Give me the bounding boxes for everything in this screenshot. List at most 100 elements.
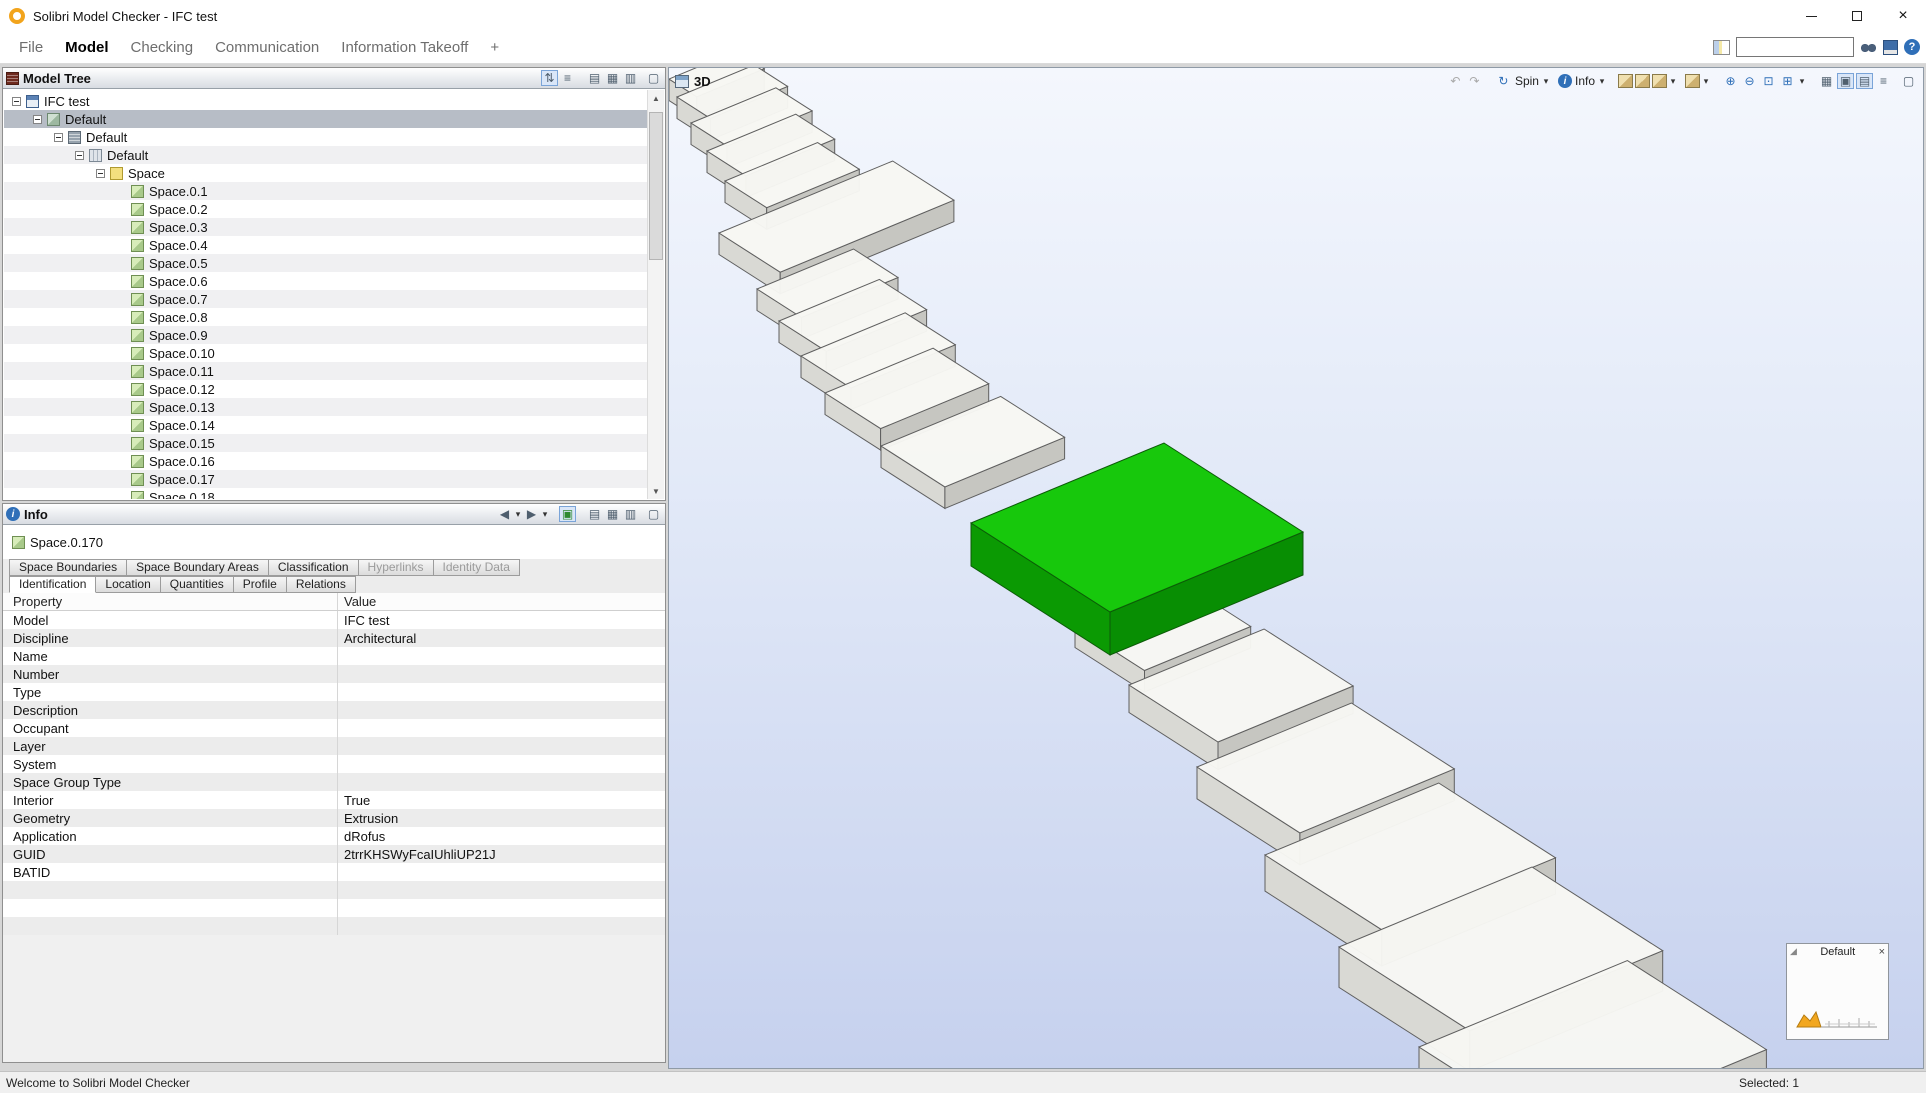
property-row-guid[interactable]: GUID2trrKHSWyFcaIUhliUP21J bbox=[3, 845, 665, 863]
tree-item-space-0-18[interactable]: Space.0.18 bbox=[4, 488, 647, 499]
tree-item-space[interactable]: Space bbox=[4, 164, 647, 182]
layers-icon[interactable]: ≡ bbox=[1875, 73, 1892, 89]
tab-location[interactable]: Location bbox=[95, 576, 160, 593]
section-box-icon[interactable] bbox=[1635, 74, 1650, 88]
tree-item-space-0-14[interactable]: Space.0.14 bbox=[4, 416, 647, 434]
panel-maximize-icon[interactable]: ▢ bbox=[1900, 73, 1917, 89]
property-row-batid[interactable]: BATID bbox=[3, 863, 665, 881]
history-forward-caret-icon[interactable]: ▾ bbox=[541, 509, 549, 520]
section-plane-icon[interactable] bbox=[1618, 74, 1633, 88]
scroll-down-icon[interactable]: ▼ bbox=[648, 483, 664, 499]
tree-item-space-0-12[interactable]: Space.0.12 bbox=[4, 380, 647, 398]
expand-toggle-icon[interactable] bbox=[12, 97, 21, 106]
auto-update-toggle-icon[interactable]: ▣ bbox=[559, 506, 576, 522]
tree-item-space-0-6[interactable]: Space.0.6 bbox=[4, 272, 647, 290]
tab-identity-data[interactable]: Identity Data bbox=[433, 559, 520, 576]
info-mode-icon[interactable]: i bbox=[1558, 74, 1572, 88]
menu-communication[interactable]: Communication bbox=[204, 32, 330, 63]
info-view-2-icon[interactable]: ▦ bbox=[604, 506, 621, 522]
panel-maximize-icon[interactable]: ▢ bbox=[645, 70, 662, 86]
tree-item-space-0-2[interactable]: Space.0.2 bbox=[4, 200, 647, 218]
tab-quantities[interactable]: Quantities bbox=[160, 576, 234, 593]
history-back-caret-icon[interactable]: ▾ bbox=[514, 509, 522, 520]
history-forward-icon[interactable]: ▶ bbox=[523, 506, 540, 522]
tree-item-space-0-8[interactable]: Space.0.8 bbox=[4, 308, 647, 326]
resize-grip-icon[interactable]: ◢ bbox=[1790, 946, 1797, 957]
expand-all-icon[interactable]: ▤ bbox=[586, 70, 603, 86]
tree-item-space-0-13[interactable]: Space.0.13 bbox=[4, 398, 647, 416]
maximize-button[interactable] bbox=[1834, 0, 1880, 32]
tab-space-boundary-areas[interactable]: Space Boundary Areas bbox=[126, 559, 269, 576]
tree-item-space-0-3[interactable]: Space.0.3 bbox=[4, 218, 647, 236]
tree-item-default[interactable]: Default bbox=[4, 146, 647, 164]
tree-item-default[interactable]: Default bbox=[4, 110, 647, 128]
section-tools-caret-icon[interactable]: ▾ bbox=[1669, 76, 1677, 87]
expand-toggle-icon[interactable] bbox=[96, 169, 105, 178]
property-row-model[interactable]: ModelIFC test bbox=[3, 611, 665, 629]
tree-item-ifc-test[interactable]: IFC test bbox=[4, 92, 647, 110]
menu-item[interactable]: + bbox=[479, 32, 510, 63]
zoom-window-icon[interactable]: ⊞ bbox=[1779, 73, 1796, 89]
3d-viewport[interactable]: 3D ↶ ↷ ↻ Spin ▾ i Info ▾ ▾ ▾ bbox=[668, 67, 1924, 1069]
dual-view-icon[interactable]: ▦ bbox=[1818, 73, 1835, 89]
info-view-1-icon[interactable]: ▤ bbox=[586, 506, 603, 522]
menu-information-takeoff[interactable]: Information Takeoff bbox=[330, 32, 479, 63]
expand-toggle-icon[interactable] bbox=[33, 115, 42, 124]
tree-item-space-0-16[interactable]: Space.0.16 bbox=[4, 452, 647, 470]
property-row-system[interactable]: System bbox=[3, 755, 665, 773]
property-row-name[interactable]: Name bbox=[3, 647, 665, 665]
tab-space-boundaries[interactable]: Space Boundaries bbox=[9, 559, 127, 576]
split-layout-icon[interactable]: ▣ bbox=[1837, 73, 1854, 89]
save-icon[interactable] bbox=[1883, 40, 1898, 55]
property-row-description[interactable]: Description bbox=[3, 701, 665, 719]
redo-icon[interactable]: ↷ bbox=[1466, 73, 1483, 89]
default-presentation-panel[interactable]: ◢ Default × bbox=[1786, 943, 1889, 1040]
tab-identification[interactable]: Identification bbox=[9, 576, 96, 593]
flat-list-icon[interactable]: ≡ bbox=[559, 70, 576, 86]
info-mode-caret-icon[interactable]: ▾ bbox=[1598, 76, 1606, 87]
close-button[interactable]: × bbox=[1880, 0, 1926, 32]
property-row-type[interactable]: Type bbox=[3, 683, 665, 701]
menu-model[interactable]: Model bbox=[54, 32, 119, 63]
tree-item-space-0-17[interactable]: Space.0.17 bbox=[4, 470, 647, 488]
mini-panel-close-icon[interactable]: × bbox=[1879, 946, 1885, 958]
workspace-layout-icon[interactable] bbox=[1713, 40, 1730, 55]
zoom-in-icon[interactable]: ⊕ bbox=[1722, 73, 1739, 89]
transparency-icon[interactable] bbox=[1685, 74, 1700, 88]
find-icon[interactable] bbox=[1860, 41, 1877, 54]
tab-profile[interactable]: Profile bbox=[233, 576, 287, 593]
tree-item-space-0-4[interactable]: Space.0.4 bbox=[4, 236, 647, 254]
property-row-geometry[interactable]: GeometryExtrusion bbox=[3, 809, 665, 827]
quick-search-input[interactable] bbox=[1736, 37, 1854, 57]
info-mode-label[interactable]: Info bbox=[1575, 74, 1595, 88]
tree-settings-icon[interactable]: ▥ bbox=[622, 70, 639, 86]
property-row-interior[interactable]: InteriorTrue bbox=[3, 791, 665, 809]
tree-item-space-0-15[interactable]: Space.0.15 bbox=[4, 434, 647, 452]
info-view-3-icon[interactable]: ▥ bbox=[622, 506, 639, 522]
expand-toggle-icon[interactable] bbox=[54, 133, 63, 142]
tree-scrollbar[interactable]: ▲ ▼ bbox=[647, 90, 664, 499]
presentation-layout-icon[interactable]: ▤ bbox=[1856, 73, 1873, 89]
scrollbar-thumb[interactable] bbox=[649, 112, 663, 260]
scroll-up-icon[interactable]: ▲ bbox=[648, 90, 664, 106]
property-row-layer[interactable]: Layer bbox=[3, 737, 665, 755]
collapse-all-icon[interactable]: ▦ bbox=[604, 70, 621, 86]
zoom-out-icon[interactable]: ⊖ bbox=[1741, 73, 1758, 89]
menu-checking[interactable]: Checking bbox=[120, 32, 205, 63]
property-row-discipline[interactable]: DisciplineArchitectural bbox=[3, 629, 665, 647]
zoom-fit-icon[interactable]: ⊡ bbox=[1760, 73, 1777, 89]
history-back-icon[interactable]: ◀ bbox=[496, 506, 513, 522]
tree-item-space-0-9[interactable]: Space.0.9 bbox=[4, 326, 647, 344]
spin-caret-icon[interactable]: ▾ bbox=[1542, 76, 1550, 87]
tab-classification[interactable]: Classification bbox=[268, 559, 359, 576]
property-column-header[interactable]: Property bbox=[3, 593, 337, 610]
help-icon[interactable]: ? bbox=[1904, 39, 1920, 55]
hide-component-icon[interactable] bbox=[1652, 74, 1667, 88]
minimize-button[interactable] bbox=[1788, 0, 1834, 32]
tab-hyperlinks[interactable]: Hyperlinks bbox=[358, 559, 434, 576]
value-column-header[interactable]: Value bbox=[337, 593, 665, 610]
spin-label[interactable]: Spin bbox=[1515, 74, 1539, 88]
3d-scene[interactable] bbox=[669, 68, 1923, 1068]
spin-icon[interactable]: ↻ bbox=[1495, 73, 1512, 89]
tree-item-space-0-10[interactable]: Space.0.10 bbox=[4, 344, 647, 362]
